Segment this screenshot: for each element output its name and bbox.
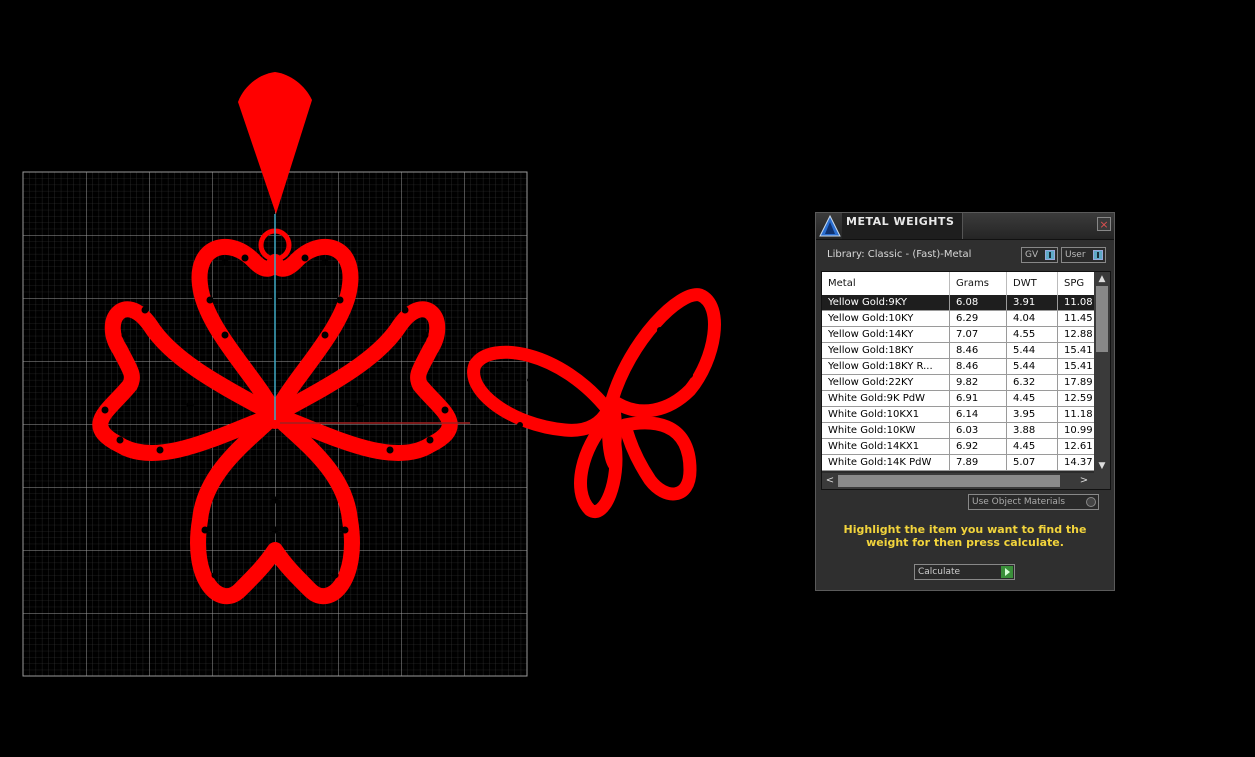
vertical-scrollbar[interactable]: ▲ ▼ bbox=[1094, 272, 1110, 473]
close-icon: × bbox=[1099, 218, 1109, 231]
table-row[interactable]: White Gold:14KX1 6.92 4.45 12.61 bbox=[822, 439, 1094, 455]
table-row[interactable]: White Gold:9K PdW 6.91 4.45 12.59 bbox=[822, 391, 1094, 407]
instruction-text: Highlight the item you want to find the … bbox=[843, 523, 1087, 549]
cell-metal: Yellow Gold:10KY bbox=[822, 311, 950, 326]
cell-dwt: 3.88 bbox=[1007, 423, 1058, 438]
table-row[interactable]: Yellow Gold:22KY 9.82 6.32 17.89 bbox=[822, 375, 1094, 391]
cell-spg: 10.99 bbox=[1064, 425, 1093, 436]
cell-spg: 12.88 bbox=[1064, 329, 1093, 340]
calculate-label: Calculate bbox=[918, 567, 961, 577]
radio-knob-icon bbox=[1086, 497, 1096, 507]
cell-dwt: 5.44 bbox=[1007, 359, 1058, 374]
cell-grams: 6.14 bbox=[950, 407, 1007, 422]
user-toggle[interactable]: User bbox=[1061, 247, 1106, 263]
use-object-materials-label: Use Object Materials bbox=[972, 497, 1066, 507]
cell-metal: Yellow Gold:18KY bbox=[822, 343, 950, 358]
cell-dwt: 6.32 bbox=[1007, 375, 1058, 390]
vertical-scroll-thumb[interactable] bbox=[1096, 286, 1108, 352]
cell-spg: 11.18 bbox=[1064, 409, 1093, 420]
column-header-spg[interactable]: SPG bbox=[1058, 272, 1094, 295]
cell-grams: 7.89 bbox=[950, 455, 1007, 470]
toggle-knob-icon bbox=[1093, 250, 1103, 260]
cell-spg: 12.61 bbox=[1064, 441, 1093, 452]
cell-grams: 6.92 bbox=[950, 439, 1007, 454]
cell-spg: 11.45 bbox=[1064, 313, 1093, 324]
cell-grams: 9.82 bbox=[950, 375, 1007, 390]
table-row[interactable]: White Gold:10KX1 6.14 3.95 11.18 bbox=[822, 407, 1094, 423]
table-row[interactable]: Yellow Gold:10KY 6.29 4.04 11.45 bbox=[822, 311, 1094, 327]
table-row[interactable]: White Gold:14K PdW 7.89 5.07 14.37 bbox=[822, 455, 1094, 471]
column-header-grams[interactable]: Grams bbox=[950, 272, 1007, 295]
metal-weights-panel: METAL WEIGHTS × Library: Classic - (Fast… bbox=[815, 212, 1115, 591]
library-label: Library: Classic - (Fast)-Metal bbox=[827, 249, 972, 260]
cell-metal: White Gold:10KX1 bbox=[822, 407, 950, 422]
cell-metal: Yellow Gold:14KY bbox=[822, 327, 950, 342]
cell-grams: 8.46 bbox=[950, 343, 1007, 358]
table-row[interactable]: Yellow Gold:18KY R... 8.46 5.44 15.41 bbox=[822, 359, 1094, 375]
gv-toggle-label: GV bbox=[1025, 250, 1039, 260]
play-arrow-icon bbox=[1001, 566, 1013, 578]
scroll-right-icon[interactable]: > bbox=[1076, 473, 1092, 489]
cell-metal: White Gold:10KW bbox=[822, 423, 950, 438]
cell-grams: 8.46 bbox=[950, 359, 1007, 374]
toggle-knob-icon bbox=[1045, 250, 1055, 260]
close-button[interactable]: × bbox=[1097, 217, 1111, 231]
gv-toggle[interactable]: GV bbox=[1021, 247, 1058, 263]
metal-table[interactable]: Metal Grams DWT SPG Yellow Gold:9KY 6.08 3… bbox=[821, 271, 1111, 490]
cell-spg: 12.59 bbox=[1064, 393, 1093, 404]
cell-dwt: 5.44 bbox=[1007, 343, 1058, 358]
cell-grams: 6.29 bbox=[950, 311, 1007, 326]
cell-grams: 7.07 bbox=[950, 327, 1007, 342]
scroll-left-icon[interactable]: < bbox=[822, 473, 838, 489]
scroll-up-icon[interactable]: ▲ bbox=[1094, 272, 1110, 286]
cell-dwt: 4.45 bbox=[1007, 439, 1058, 454]
cell-dwt: 3.91 bbox=[1007, 295, 1058, 310]
cell-dwt: 3.95 bbox=[1007, 407, 1058, 422]
cell-spg: 11.08 bbox=[1064, 297, 1093, 308]
cell-spg: 15.41 bbox=[1064, 345, 1093, 356]
table-row[interactable]: Yellow Gold:9KY 6.08 3.91 11.08 bbox=[822, 295, 1094, 311]
user-toggle-label: User bbox=[1065, 250, 1086, 260]
cell-spg: 14.37 bbox=[1064, 457, 1093, 468]
cell-metal: Yellow Gold:9KY bbox=[822, 295, 950, 310]
calculate-button[interactable]: Calculate bbox=[914, 564, 1015, 580]
column-header-metal[interactable]: Metal bbox=[822, 272, 950, 295]
cell-metal: White Gold:9K PdW bbox=[822, 391, 950, 406]
cell-spg: 15.41 bbox=[1064, 361, 1093, 372]
table-row[interactable]: White Gold:10KW 6.03 3.88 10.99 bbox=[822, 423, 1094, 439]
cell-dwt: 4.04 bbox=[1007, 311, 1058, 326]
column-header-dwt[interactable]: DWT bbox=[1007, 272, 1058, 295]
cell-grams: 6.91 bbox=[950, 391, 1007, 406]
cell-dwt: 4.55 bbox=[1007, 327, 1058, 342]
cell-dwt: 4.45 bbox=[1007, 391, 1058, 406]
horizontal-scroll-thumb[interactable] bbox=[838, 475, 1060, 487]
use-object-materials-toggle[interactable]: Use Object Materials bbox=[968, 494, 1099, 510]
scroll-down-icon[interactable]: ▼ bbox=[1094, 459, 1110, 473]
cell-metal: White Gold:14K PdW bbox=[822, 455, 950, 470]
cell-metal: Yellow Gold:18KY R... bbox=[822, 359, 950, 374]
table-header: Metal Grams DWT SPG bbox=[822, 272, 1094, 295]
table-row[interactable]: Yellow Gold:18KY 8.46 5.44 15.41 bbox=[822, 343, 1094, 359]
app-logo-icon bbox=[819, 214, 841, 237]
panel-title: METAL WEIGHTS bbox=[846, 215, 955, 228]
cell-metal: White Gold:14KX1 bbox=[822, 439, 950, 454]
cell-metal: Yellow Gold:22KY bbox=[822, 375, 950, 390]
cell-grams: 6.08 bbox=[950, 295, 1007, 310]
horizontal-scrollbar[interactable]: < > bbox=[822, 473, 1110, 489]
cell-grams: 6.03 bbox=[950, 423, 1007, 438]
panel-titlebar[interactable]: METAL WEIGHTS × bbox=[816, 213, 1114, 240]
cell-spg: 17.89 bbox=[1064, 377, 1093, 388]
table-row[interactable]: Yellow Gold:14KY 7.07 4.55 12.88 bbox=[822, 327, 1094, 343]
cell-dwt: 5.07 bbox=[1007, 455, 1058, 470]
